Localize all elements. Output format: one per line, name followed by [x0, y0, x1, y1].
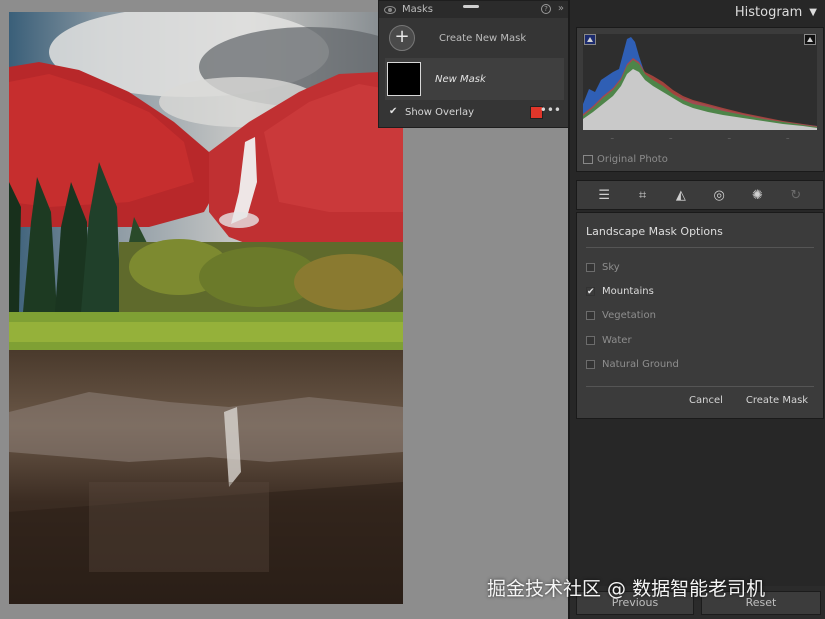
histogram-header[interactable]: Histogram ▼ — [570, 0, 825, 24]
histogram-tick: – — [669, 134, 673, 142]
vegetation-checkbox[interactable] — [586, 311, 595, 320]
histogram-graph[interactable] — [583, 34, 817, 130]
crop-icon[interactable]: ⌗ — [633, 186, 651, 204]
histogram-title: Histogram — [734, 4, 803, 20]
histogram-tick: – — [786, 134, 790, 142]
mountains-checkbox[interactable]: ✔ — [586, 287, 595, 297]
histogram-ticks: – – – – — [583, 134, 817, 142]
eye-icon[interactable] — [384, 5, 396, 14]
landscape-photo — [9, 12, 403, 604]
tool-strip: ☰ ⌗ ◭ ◎ ✺ ↻ — [576, 180, 824, 210]
divider — [586, 247, 814, 248]
histogram-tick: – — [727, 134, 732, 142]
drag-handle[interactable] — [463, 5, 479, 8]
collapse-triangle-icon[interactable]: ▼ — [809, 7, 817, 18]
watermark-text: 掘金技术社区 @ 数据智能老司机 — [487, 578, 766, 600]
masks-panel-header[interactable]: Masks ? » — [379, 1, 568, 18]
mask-name-label[interactable]: New Mask — [435, 74, 486, 85]
masks-panel-title: Masks — [402, 4, 433, 15]
option-label[interactable]: Water — [602, 335, 632, 346]
masks-panel: Masks ? » + Create New Mask New Mask ✔ S… — [378, 0, 569, 128]
option-label[interactable]: Mountains — [602, 286, 654, 297]
healing-eraser-icon[interactable]: ◭ — [672, 186, 690, 204]
water-checkbox[interactable] — [586, 336, 595, 345]
more-options-icon[interactable]: ••• — [540, 103, 561, 117]
show-overlay-label[interactable]: Show Overlay — [405, 107, 474, 118]
original-photo-checkbox[interactable] — [583, 155, 593, 164]
red-eye-icon[interactable]: ◎ — [710, 186, 728, 204]
shadow-clipping-icon[interactable] — [584, 34, 596, 45]
masking-icon[interactable]: ✺ — [748, 186, 766, 204]
histogram-panel: – – – – Original Photo — [576, 27, 824, 172]
option-sky[interactable]: Sky — [586, 262, 620, 273]
option-natural-ground[interactable]: Natural Ground — [586, 359, 679, 370]
histogram-chart — [583, 37, 817, 130]
show-overlay-checkbox[interactable]: ✔ — [389, 107, 399, 117]
collapse-icon[interactable]: » — [558, 3, 564, 14]
sliders-icon[interactable]: ☰ — [595, 186, 613, 204]
mask-thumbnail[interactable] — [387, 62, 421, 96]
create-new-mask-label[interactable]: Create New Mask — [439, 33, 526, 44]
highlight-clipping-icon[interactable] — [804, 34, 816, 45]
presets-icon[interactable]: ↻ — [787, 186, 805, 204]
landscape-mask-options-title: Landscape Mask Options — [586, 225, 723, 238]
plus-icon[interactable]: + — [389, 25, 415, 51]
show-overlay-row: ✔ Show Overlay ••• — [379, 100, 568, 124]
create-new-mask-row[interactable]: + Create New Mask — [379, 18, 568, 58]
landscape-mask-options-panel: Landscape Mask Options Sky ✔ Mountains V… — [576, 212, 824, 419]
photo-preview[interactable] — [9, 12, 403, 604]
natural-ground-checkbox[interactable] — [586, 360, 595, 369]
right-panel: Histogram ▼ – – – – Original Photo ☰ ⌗ ◭ — [568, 0, 825, 619]
option-label[interactable]: Natural Ground — [602, 359, 679, 370]
option-vegetation[interactable]: Vegetation — [586, 310, 656, 321]
original-photo-label[interactable]: Original Photo — [597, 154, 668, 165]
option-water[interactable]: Water — [586, 335, 632, 346]
original-photo-row[interactable]: Original Photo — [583, 154, 668, 165]
help-icon[interactable]: ? — [541, 4, 551, 14]
divider — [586, 386, 814, 387]
create-mask-button[interactable]: Create Mask — [744, 395, 810, 406]
cancel-button[interactable]: Cancel — [685, 395, 727, 406]
option-mountains[interactable]: ✔ Mountains — [586, 286, 654, 297]
mask-list-item[interactable]: New Mask — [385, 58, 564, 100]
option-label[interactable]: Vegetation — [602, 310, 656, 321]
histogram-tick: – — [610, 134, 615, 142]
sky-checkbox[interactable] — [586, 263, 595, 272]
option-label[interactable]: Sky — [602, 262, 620, 273]
